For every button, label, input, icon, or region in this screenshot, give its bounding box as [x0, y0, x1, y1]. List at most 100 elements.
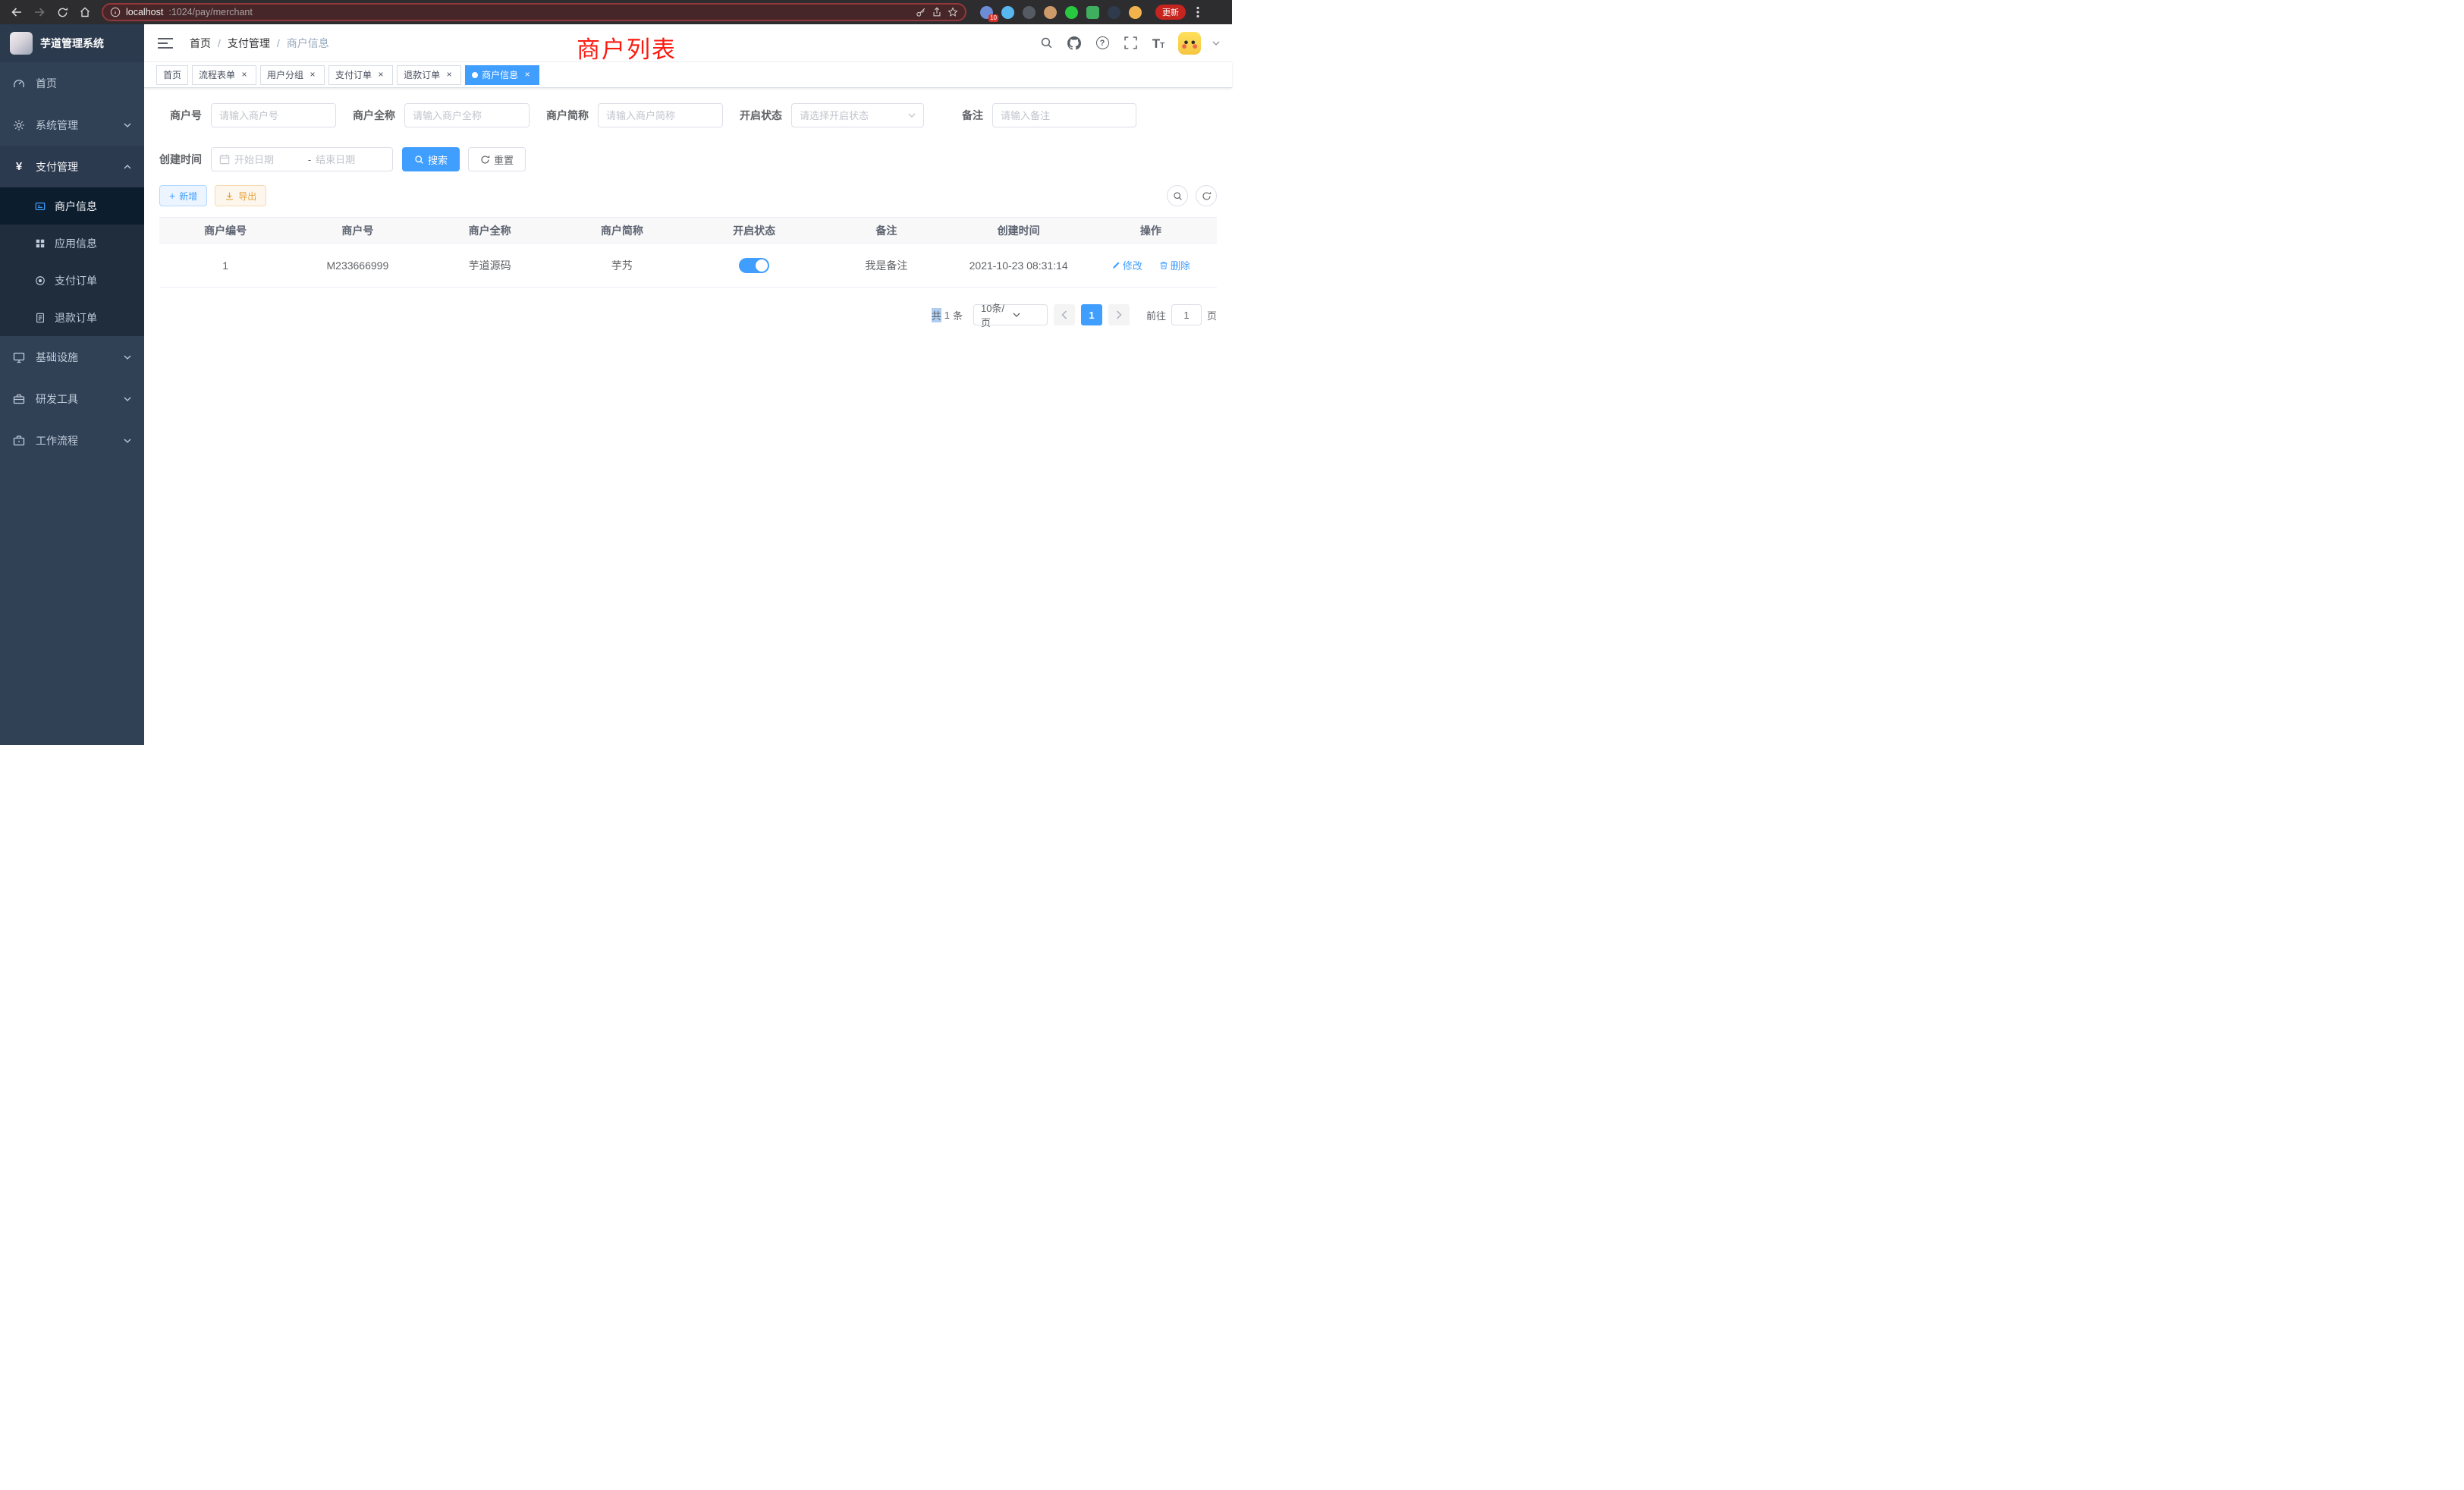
sidebar-item-merchant-info[interactable]: 商户信息 [0, 187, 144, 225]
bookmark-star-icon[interactable] [948, 7, 958, 17]
export-button[interactable]: 导出 [215, 185, 266, 206]
site-info-icon[interactable] [110, 7, 121, 17]
page-size-select[interactable]: 10条/页 [973, 304, 1048, 325]
extension-icon-4[interactable] [1044, 6, 1057, 19]
sidebar-item-label: 工作流程 [36, 433, 78, 448]
browser-reload-button[interactable] [53, 3, 71, 21]
sidebar-item-app-info[interactable]: 应用信息 [0, 225, 144, 262]
extension-icon-7[interactable] [1108, 6, 1120, 19]
reset-button[interactable]: 重置 [468, 147, 526, 171]
add-button[interactable]: 新增 [159, 185, 207, 206]
edit-link[interactable]: 修改 [1111, 258, 1142, 272]
full-name-input[interactable] [413, 110, 521, 121]
extension-icon-2[interactable] [1001, 6, 1014, 19]
col-status: 开启状态 [688, 218, 820, 244]
breadcrumb-payment[interactable]: 支付管理 [228, 36, 270, 51]
sidebar-item-infrastructure[interactable]: 基础设施 [0, 336, 144, 378]
user-avatar[interactable] [1178, 32, 1201, 55]
extension-icon-3[interactable] [1023, 6, 1036, 19]
help-button[interactable] [1094, 35, 1111, 52]
next-page-button[interactable] [1108, 304, 1130, 325]
browser-forward-button[interactable] [30, 3, 49, 21]
close-icon[interactable] [307, 70, 318, 80]
tab-pay-order[interactable]: 支付订单 [328, 65, 393, 85]
extension-icon-6[interactable] [1086, 6, 1099, 19]
tab-refund-order[interactable]: 退款订单 [397, 65, 461, 85]
tab-label: 商户信息 [482, 68, 518, 81]
tab-merchant-info[interactable]: 商户信息 [465, 65, 539, 85]
password-key-icon[interactable] [916, 7, 926, 17]
refresh-icon [1202, 191, 1212, 201]
table-header-row: 商户编号 商户号 商户全称 商户简称 开启状态 备注 创建时间 操作 [159, 218, 1217, 244]
tab-user-group[interactable]: 用户分组 [260, 65, 325, 85]
chevron-right-icon [1116, 310, 1122, 319]
chrome-update-button[interactable]: 更新 [1155, 5, 1186, 20]
close-icon[interactable] [444, 70, 454, 80]
tags-view-bar: 首页 流程表单 用户分组 支付订单 退款订单 商户信息 [144, 62, 1232, 88]
status-select[interactable] [791, 103, 924, 127]
sidebar-item-system[interactable]: 系统管理 [0, 104, 144, 146]
browser-menu-button[interactable] [1196, 6, 1199, 18]
sidebar-item-refund-order[interactable]: 退款订单 [0, 299, 144, 336]
sidebar-item-payment[interactable]: ¥ 支付管理 [0, 146, 144, 187]
sidebar-item-home[interactable]: 首页 [0, 62, 144, 104]
status-toggle[interactable] [739, 258, 769, 273]
cell-merchant-no: M233666999 [291, 244, 423, 288]
search-button[interactable]: 搜索 [402, 147, 460, 171]
share-icon[interactable] [932, 7, 942, 17]
plus-icon [169, 190, 175, 202]
fullscreen-button[interactable] [1122, 35, 1139, 52]
sidebar-toggle-button[interactable] [158, 37, 173, 49]
page-1-button[interactable]: 1 [1081, 304, 1102, 325]
sidebar-item-label: 支付管理 [36, 159, 78, 174]
short-name-input[interactable] [606, 110, 715, 121]
chevron-down-icon [124, 439, 131, 443]
browser-back-button[interactable] [8, 3, 26, 21]
tab-home[interactable]: 首页 [156, 65, 188, 85]
sidebar-item-workflow[interactable]: 工作流程 [0, 420, 144, 461]
toolbox-icon [13, 393, 25, 405]
date-start-input[interactable] [234, 154, 303, 165]
delete-link[interactable]: 删除 [1159, 258, 1190, 272]
chevron-left-icon [1061, 310, 1067, 319]
tab-label: 流程表单 [199, 68, 235, 81]
date-end-input[interactable] [316, 154, 385, 165]
remark-input[interactable] [1001, 110, 1128, 121]
close-icon[interactable] [522, 70, 533, 80]
sidebar-item-pay-order[interactable]: 支付订单 [0, 262, 144, 299]
merchant-no-input[interactable] [219, 110, 328, 121]
date-range-picker[interactable]: - [211, 147, 393, 171]
close-icon[interactable] [376, 70, 386, 80]
yen-icon: ¥ [13, 161, 25, 173]
tab-process-form[interactable]: 流程表单 [192, 65, 256, 85]
github-button[interactable] [1066, 35, 1083, 52]
cell-full-name: 芋道源码 [424, 244, 556, 288]
document-icon [35, 313, 46, 323]
search-icon [1040, 36, 1053, 49]
header-actions [1038, 32, 1220, 55]
font-size-button[interactable] [1150, 35, 1167, 52]
back-arrow-icon [11, 6, 23, 18]
sidebar-logo[interactable]: 芋道管理系统 [0, 24, 144, 62]
extension-icon-5[interactable] [1065, 6, 1078, 19]
field-merchant-no: 商户号 [159, 103, 336, 127]
sidebar-item-label: 基础设施 [36, 350, 78, 365]
profile-avatar-icon[interactable] [1129, 6, 1142, 19]
col-full-name: 商户全称 [424, 218, 556, 244]
browser-home-button[interactable] [76, 3, 94, 21]
header-search-button[interactable] [1038, 35, 1054, 52]
toggle-search-button[interactable] [1167, 185, 1188, 206]
field-remark: 备注 [941, 103, 1136, 127]
sidebar-item-dev-tools[interactable]: 研发工具 [0, 378, 144, 420]
extension-icon-1[interactable]: 10 [980, 6, 993, 19]
breadcrumb-home[interactable]: 首页 [190, 36, 211, 51]
close-icon[interactable] [239, 70, 250, 80]
merchant-card-icon [35, 201, 46, 212]
avatar-dropdown-caret-icon[interactable] [1212, 41, 1220, 46]
question-icon [1096, 36, 1109, 49]
goto-page-input[interactable] [1171, 304, 1202, 325]
refresh-table-button[interactable] [1196, 185, 1217, 206]
address-bar[interactable]: localhost:1024/pay/merchant [102, 3, 966, 21]
prev-page-button[interactable] [1054, 304, 1075, 325]
status-select-input[interactable] [800, 110, 904, 121]
